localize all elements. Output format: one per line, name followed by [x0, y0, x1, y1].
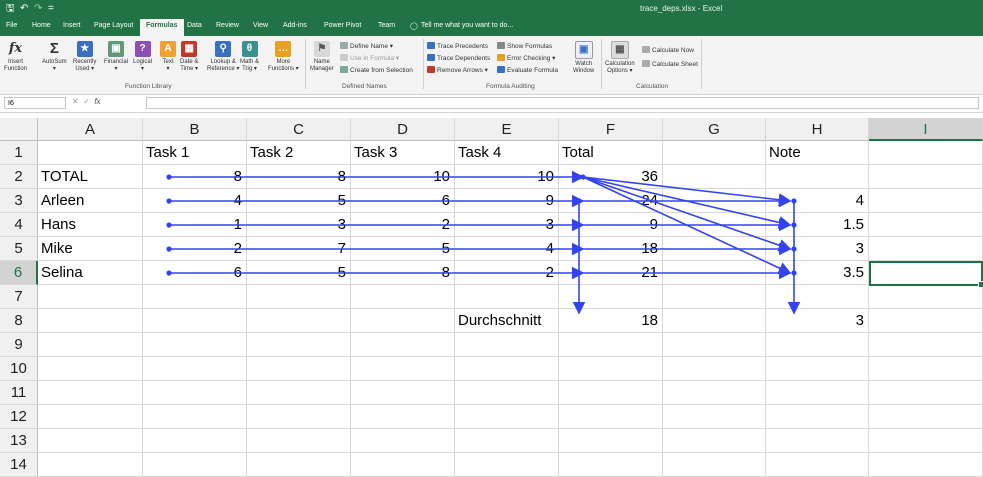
tab-formulas[interactable]: Formulas — [140, 19, 184, 36]
date-time-button[interactable]: ▦ Date & Time ▾ — [180, 41, 198, 73]
group-label-function-library: Function Library — [125, 83, 172, 90]
group-separator — [423, 39, 424, 89]
enter-icon[interactable]: ✓ — [83, 97, 90, 106]
window-title: trace_deps.xlsx - Excel — [640, 4, 723, 13]
tab-view[interactable]: View — [253, 22, 268, 29]
tab-review[interactable]: Review — [216, 22, 239, 29]
formula-bar: I6 ✕ ✓ fx — [0, 95, 983, 113]
name-manager-button[interactable]: ⚑ Name Manager — [310, 41, 334, 73]
create-from-selection-icon — [340, 66, 348, 73]
math-trig-button[interactable]: θ Math & Trig ▾ — [240, 41, 259, 73]
name-box[interactable]: I6 — [4, 97, 66, 109]
logical-button[interactable]: ? Logical ▾ — [133, 41, 152, 73]
tab-file[interactable]: File — [6, 22, 17, 29]
group-label-formula-auditing: Formula Auditing — [486, 83, 535, 90]
fx-icon: fx — [8, 41, 23, 56]
tab-insert[interactable]: Insert — [63, 22, 81, 29]
tab-page-layout[interactable]: Page Layout — [94, 22, 133, 29]
group-separator — [305, 39, 306, 89]
trace-precedents-icon — [427, 42, 435, 49]
formula-input[interactable] — [146, 97, 979, 109]
redo-icon[interactable]: ↷ — [34, 3, 42, 15]
calendar-icon: ▦ — [181, 41, 198, 57]
insert-function-button[interactable]: fx Insert Function — [4, 41, 27, 73]
cancel-icon[interactable]: ✕ — [72, 97, 79, 106]
calculate-now-icon — [642, 46, 650, 53]
trace-dependents-icon — [427, 54, 435, 61]
text-a-icon: A — [160, 41, 176, 57]
create-from-selection-button[interactable]: Create from Selection — [340, 66, 413, 75]
save-icon[interactable]: 🖫 — [6, 3, 15, 15]
financial-button[interactable]: ▣ Financial ▾ — [104, 41, 128, 73]
group-separator — [601, 39, 602, 89]
magnifier-icon: ⚲ — [215, 41, 232, 57]
star-icon: ★ — [76, 41, 93, 57]
financial-icon: ▣ — [108, 41, 124, 57]
calculate-sheet-button[interactable]: Calculate Sheet — [642, 60, 698, 69]
more-functions-button[interactable]: … More Functions ▾ — [268, 41, 299, 73]
tab-power-pivot[interactable]: Power Pivot — [324, 22, 361, 29]
show-formulas-button[interactable]: Show Formulas — [497, 42, 552, 51]
calculator-icon: ▦ — [610, 41, 629, 59]
tracer-arrow-to-note — [582, 176, 792, 207]
calculate-now-button[interactable]: Calculate Now — [642, 46, 694, 55]
group-label-calculation: Calculation — [636, 83, 669, 90]
show-formulas-icon — [497, 42, 505, 49]
use-in-formula-icon — [340, 54, 348, 61]
trace-dependents-button[interactable]: Trace Dependents — [427, 54, 490, 63]
evaluate-formula-button[interactable]: Evaluate Formula — [497, 66, 558, 75]
trace-dependents-arrows — [166, 170, 801, 315]
theta-icon: θ — [241, 41, 258, 57]
error-checking-button[interactable]: Error Checking ▾ — [497, 54, 555, 63]
undo-icon[interactable]: ↶ — [20, 3, 28, 15]
use-in-formula-button[interactable]: Use in Formula ▾ — [340, 54, 399, 63]
trace-precedents-button[interactable]: Trace Precedents — [427, 42, 488, 51]
tab-add-ins[interactable]: Add-ins — [283, 22, 307, 29]
group-label-defined-names: Defined Names — [342, 83, 387, 90]
error-checking-icon — [497, 54, 505, 61]
lightbulb-icon: ◯ — [410, 23, 418, 30]
insert-function-icon[interactable]: fx — [94, 97, 100, 106]
tab-home[interactable]: Home — [32, 22, 51, 29]
tab-team[interactable]: Team — [378, 22, 395, 29]
worksheet-grid[interactable]: ABCDEFGHI 1 2 3 4 5 6 7 8 9 10 11 12 13 14 Task 1 Task… — [0, 118, 983, 477]
watch-window-icon: ▣ — [574, 41, 593, 59]
remove-arrows-icon — [427, 66, 435, 73]
autosum-button[interactable]: Σ AutoSum ▾ — [42, 41, 67, 73]
ribbon: fx Insert Function Σ AutoSum ▾ ★ Recentl… — [0, 36, 983, 95]
tag-icon: ⚑ — [313, 41, 330, 57]
question-icon: ? — [134, 41, 151, 57]
tracer-arrow-to-note — [582, 176, 792, 252]
define-name-button[interactable]: Define Name ▾ — [340, 42, 393, 51]
recently-used-button[interactable]: ★ Recently Used ▾ — [73, 41, 96, 73]
calculate-sheet-icon — [642, 60, 650, 67]
formula-bar-buttons: ✕ ✓ fx — [72, 97, 101, 106]
evaluate-formula-icon — [497, 66, 505, 73]
lookup-reference-button[interactable]: ⚲ Lookup & Reference ▾ — [207, 41, 239, 73]
ribbon-tabs: File Home Insert Page Layout Formulas Da… — [0, 18, 983, 36]
tell-me-search[interactable]: Tell me what you want to do... — [421, 22, 513, 29]
more-dots-icon: … — [275, 41, 292, 57]
calculation-options-button[interactable]: ▦ Calculation Options ▾ — [605, 41, 635, 75]
watch-window-button[interactable]: ▣ Watch Window — [573, 41, 594, 75]
tab-data[interactable]: Data — [187, 22, 202, 29]
define-name-icon — [340, 42, 348, 49]
title-bar: 🖫 ↶ ↷ = trace_deps.xlsx - Excel — [0, 0, 983, 18]
sigma-icon: Σ — [49, 40, 59, 57]
text-button[interactable]: A Text ▾ — [160, 41, 176, 73]
remove-arrows-button[interactable]: Remove Arrows ▾ — [427, 66, 488, 75]
group-separator — [701, 39, 702, 89]
customize-quick-access-icon[interactable]: = — [48, 3, 54, 15]
